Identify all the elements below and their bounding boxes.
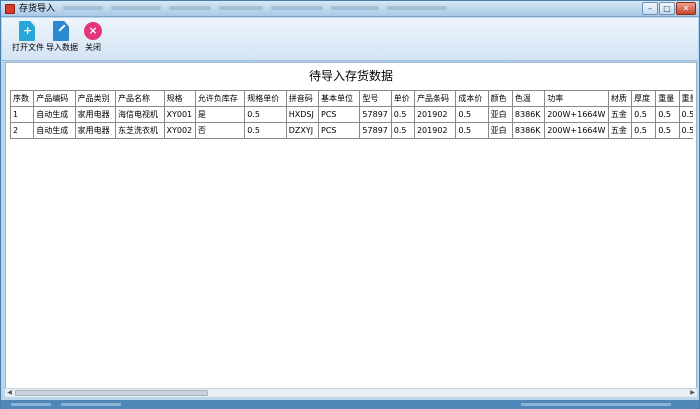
table-cell[interactable]: 0.5 xyxy=(390,122,415,139)
table-cell[interactable]: 海信电视机 xyxy=(115,106,165,123)
blurred-region xyxy=(271,6,323,10)
table-cell[interactable]: 自动生成 xyxy=(33,106,76,123)
scroll-right-icon[interactable]: ▶ xyxy=(688,389,697,397)
column-header[interactable]: 材质 xyxy=(607,90,633,107)
data-panel: 待导入存货数据 序数 产品编码 产品类别 产品名称 规格 允许负库存 规格单价 拼音码 基本单位… xyxy=(5,62,697,389)
column-header[interactable]: 成本价 xyxy=(455,90,489,107)
table-cell[interactable]: 201902 xyxy=(413,106,457,123)
table-cell[interactable]: 0.5 xyxy=(655,106,680,123)
table-body: 1 自动生成 家用电器 海信电视机 XY001 是 0.5 HXDSJ PCS 57897 0.5 2… xyxy=(10,106,693,139)
table-cell[interactable]: 57897 xyxy=(359,106,392,123)
scroll-thumb[interactable] xyxy=(15,390,208,396)
column-header[interactable]: 基本单位 xyxy=(318,90,361,107)
table-cell[interactable]: 自动生成 xyxy=(33,122,76,139)
table-cell[interactable]: XY001 xyxy=(163,106,196,123)
close-button[interactable]: × 关闭 xyxy=(75,21,111,53)
table-cell[interactable]: 200W+1664W xyxy=(544,122,609,139)
scroll-left-icon[interactable]: ◀ xyxy=(5,389,14,397)
table-cell[interactable]: PCS xyxy=(318,106,361,123)
column-header[interactable]: 功率 xyxy=(544,90,609,107)
table-cell[interactable]: 0.5 xyxy=(678,122,693,139)
table-cell[interactable]: 0.5 xyxy=(631,106,657,123)
table-cell[interactable]: 201902 xyxy=(413,122,457,139)
table-cell[interactable]: 0.5 xyxy=(390,106,415,123)
status-bar xyxy=(1,400,699,409)
table-cell[interactable]: PCS xyxy=(318,122,361,139)
table-cell[interactable]: 家用电器 xyxy=(74,122,117,139)
app-icon xyxy=(5,4,15,14)
column-header[interactable]: 单价 xyxy=(390,90,415,107)
table-row[interactable]: 2 自动生成 家用电器 东芝洗衣机 XY002 否 0.5 DZXYJ PCS 57897 0.5 2… xyxy=(10,122,693,139)
table-cell[interactable]: 亚白 xyxy=(487,122,513,139)
open-file-label: 打开文件 xyxy=(12,43,44,52)
table-cell[interactable]: 8386K xyxy=(511,106,546,123)
table-cell[interactable]: DZXYJ xyxy=(285,122,320,139)
blurred-region xyxy=(169,6,211,10)
column-header[interactable]: 重量单 xyxy=(678,90,693,107)
column-header[interactable]: 厚度 xyxy=(631,90,657,107)
blurred-region xyxy=(521,403,671,406)
table-cell[interactable]: 0.5 xyxy=(244,122,287,139)
table-cell[interactable]: 五金 xyxy=(607,122,633,139)
blurred-region xyxy=(111,6,161,10)
column-header[interactable]: 规格单价 xyxy=(244,90,287,107)
table-cell[interactable]: 东芝洗衣机 xyxy=(115,122,165,139)
table-cell[interactable]: HXDSJ xyxy=(285,106,320,123)
table-cell[interactable]: 2 xyxy=(10,122,35,139)
column-header[interactable]: 产品编码 xyxy=(33,90,76,107)
open-file-button[interactable]: + 打开文件 xyxy=(10,21,46,53)
open-file-icon: + xyxy=(19,21,37,41)
table-cell[interactable]: 0.5 xyxy=(455,122,489,139)
close-window-icon[interactable]: ✕ xyxy=(676,2,696,15)
table-cell[interactable]: 8386K xyxy=(511,122,546,139)
table-cell[interactable]: 0.5 xyxy=(631,122,657,139)
table-cell[interactable]: XY002 xyxy=(163,122,196,139)
table-cell[interactable]: 200W+1664W xyxy=(544,106,609,123)
table-cell[interactable]: 是 xyxy=(194,106,246,123)
table-row[interactable]: 1 自动生成 家用电器 海信电视机 XY001 是 0.5 HXDSJ PCS 57897 0.5 2… xyxy=(10,106,693,123)
maximize-icon[interactable]: □ xyxy=(659,2,675,15)
inventory-table: 序数 产品编码 产品类别 产品名称 规格 允许负库存 规格单价 拼音码 基本单位 型号 单价 产品条码… xyxy=(10,90,693,139)
title-bar[interactable]: 存货导入 – □ ✕ xyxy=(1,1,699,17)
minimize-icon[interactable]: – xyxy=(642,2,658,15)
table-cell[interactable]: 1 xyxy=(10,106,35,123)
blurred-region xyxy=(219,6,263,10)
close-icon: × xyxy=(84,22,102,40)
window-title: 存货导入 xyxy=(19,4,56,14)
blurred-region xyxy=(11,403,51,406)
column-header[interactable]: 色温 xyxy=(511,90,546,107)
toolbar: + 打开文件 导入数据 × 关闭 xyxy=(2,18,698,61)
column-header[interactable]: 颜色 xyxy=(487,90,513,107)
column-header[interactable]: 序数 xyxy=(10,90,35,107)
column-header[interactable]: 产品名称 xyxy=(115,90,165,107)
column-header[interactable]: 型号 xyxy=(359,90,392,107)
table-cell[interactable]: 0.5 xyxy=(455,106,489,123)
import-window: 存货导入 – □ ✕ + 打开文件 导入数据 × 关闭 待导入存货数据 序数 产… xyxy=(0,0,700,409)
close-label: 关闭 xyxy=(85,43,101,52)
column-header[interactable]: 产品条码 xyxy=(413,90,457,107)
column-header[interactable]: 拼音码 xyxy=(285,90,320,107)
blurred-region xyxy=(63,6,103,10)
column-header[interactable]: 规格 xyxy=(163,90,196,107)
data-grid[interactable]: 序数 产品编码 产品类别 产品名称 规格 允许负库存 规格单价 拼音码 基本单位 型号 单价 产品条码… xyxy=(10,90,693,384)
table-cell[interactable]: 57897 xyxy=(359,122,392,139)
column-header[interactable]: 产品类别 xyxy=(74,90,117,107)
table-cell[interactable]: 否 xyxy=(194,122,246,139)
table-cell[interactable]: 家用电器 xyxy=(74,106,117,123)
column-header[interactable]: 重量 xyxy=(655,90,680,107)
horizontal-scrollbar[interactable]: ◀ ▶ xyxy=(5,388,697,397)
table-cell[interactable]: 五金 xyxy=(607,106,633,123)
blurred-region xyxy=(61,403,121,406)
window-controls: – □ ✕ xyxy=(642,2,696,15)
table-cell[interactable]: 0.5 xyxy=(655,122,680,139)
column-header[interactable]: 允许负库存 xyxy=(194,90,246,107)
table-cell[interactable]: 0.5 xyxy=(244,106,287,123)
page-title: 待导入存货数据 xyxy=(308,69,393,83)
table-header: 序数 产品编码 产品类别 产品名称 规格 允许负库存 规格单价 拼音码 基本单位 型号 单价 产品条码… xyxy=(10,90,693,107)
blurred-region xyxy=(331,6,379,10)
blurred-region xyxy=(387,6,447,10)
table-cell[interactable]: 亚白 xyxy=(487,106,513,123)
table-cell[interactable]: 0.5 xyxy=(678,106,693,123)
import-data-icon xyxy=(53,21,71,41)
